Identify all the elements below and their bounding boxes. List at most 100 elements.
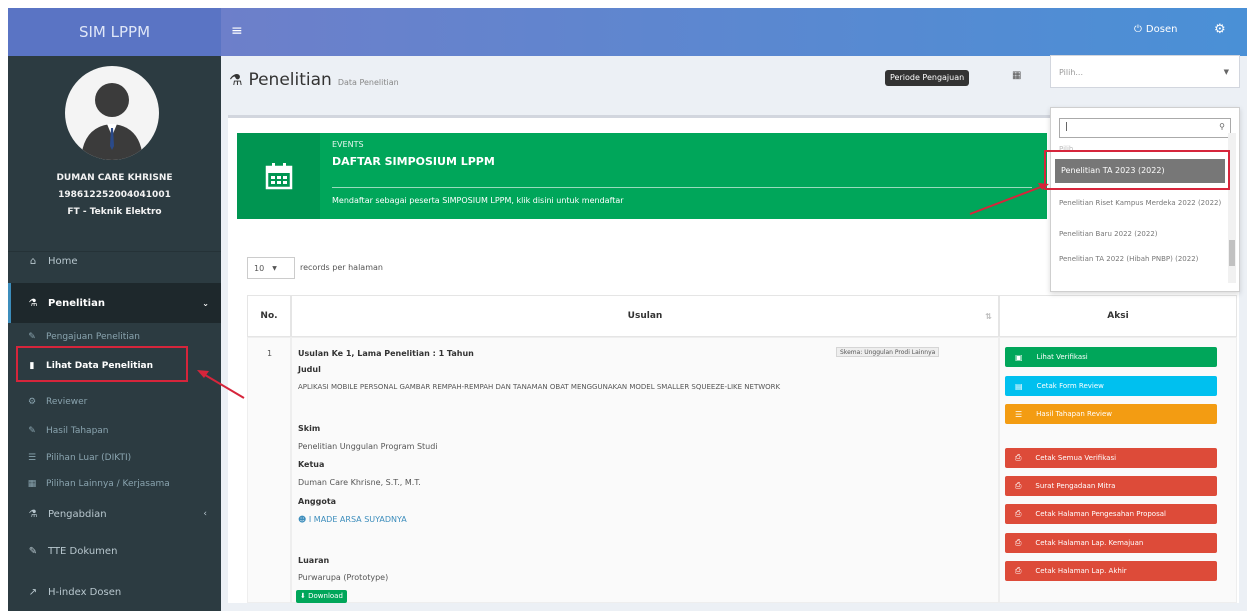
button-label: Cetak Form Review (1036, 382, 1104, 390)
cetak-form-review-button[interactable]: ▤ Cetak Form Review (1005, 376, 1217, 396)
dropdown-option[interactable]: Penelitian Baru 2022 (2022) (1059, 230, 1231, 238)
caret-down-icon: ▼ (1223, 68, 1229, 76)
hasil-tahapan-review-button[interactable]: ☰ Hasil Tahapan Review (1005, 404, 1217, 424)
sidebar-subitem-label: Pilihan Luar (DIKTI) (46, 452, 132, 463)
button-label: Surat Pengadaan Mitra (1035, 482, 1116, 490)
skim-label: Skim (298, 424, 321, 433)
print-icon: ⎙ (1015, 538, 1022, 547)
chevron-left-icon: ‹ (203, 509, 207, 519)
skim-value: Penelitian Unggulan Program Studi (298, 442, 438, 451)
print-icon: ▤ (1015, 381, 1023, 391)
flask-icon: ⚗ (28, 508, 38, 520)
chart-icon: ↗ (28, 586, 38, 598)
dosen-button[interactable]: ⏻ Dosen (1134, 24, 1177, 35)
edit-icon: ✎ (28, 545, 38, 557)
sidebar-item-label: TTE Dokumen (48, 545, 118, 557)
calendar-icon: ▦ (1012, 70, 1022, 81)
highlight-box-dropdown (1044, 150, 1230, 190)
sidebar-subitem-pengajuan[interactable]: ✎ Pengajuan Penelitian (8, 326, 221, 347)
user-nip: 198612252004041001 (58, 190, 171, 200)
avatar (65, 66, 159, 160)
dropdown-option[interactable]: Penelitian Riset Kampus Merdeka 2022 (20… (1059, 198, 1231, 208)
print-icon: ⎙ (1015, 509, 1022, 518)
user-icon: ☻ (298, 515, 307, 524)
cetak-lap-akhir-button[interactable]: ⎙ Cetak Halaman Lap. Akhir (1005, 561, 1217, 581)
dropdown-search-value: | (1065, 122, 1069, 132)
callout-title: DAFTAR SIMPOSIUM LPPM (332, 155, 495, 168)
luaran-value: Purwarupa (Prototype) (298, 573, 389, 582)
download-button[interactable]: ⬇ Download (296, 590, 347, 603)
print-icon: ⎙ (1015, 566, 1022, 575)
list-icon: ☰ (27, 452, 37, 463)
sidebar-panel: SIM LPPM DUMAN CARE KHRISNE 198612252004… (8, 8, 221, 611)
periode-select-value: Pilih... (1059, 68, 1084, 77)
sidebar-item-label: Home (48, 255, 78, 267)
table-cell-usulan (291, 337, 999, 603)
building-icon: ▦ (27, 478, 37, 489)
cetak-semua-verifikasi-button[interactable]: ⎙ Cetak Semua Verifikasi (1005, 448, 1217, 468)
table-header-no[interactable]: No. (247, 295, 291, 337)
dropdown-option[interactable]: Penelitian TA 2022 (Hibah PNBP) (2022) (1059, 254, 1231, 264)
button-label: Cetak Halaman Pengesahan Proposal (1035, 510, 1166, 518)
top-navbar: ≡ ⏻ Dosen ⚙ (221, 8, 1247, 56)
sidebar-item-label: H-index Dosen (48, 586, 122, 598)
user-name: DUMAN CARE KHRISNE (56, 173, 173, 183)
button-label: Hasil Tahapan Review (1036, 410, 1112, 418)
surat-pengadaan-mitra-button[interactable]: ⎙ Surat Pengadaan Mitra (1005, 476, 1217, 496)
sidebar-item-tte[interactable]: ✎ TTE Dokumen (8, 533, 221, 569)
search-icon: ⚲ (1219, 122, 1225, 131)
sidebar-subitem-kerjasama[interactable]: ▦ Pilihan Lainnya / Kerjasama (8, 473, 221, 494)
sidebar-subitem-dikti[interactable]: ☰ Pilihan Luar (DIKTI) (8, 447, 221, 468)
dropdown-scrollbar-thumb[interactable] (1229, 240, 1235, 266)
ketua-label: Ketua (298, 460, 325, 469)
table-header-aksi[interactable]: Aksi (999, 295, 1237, 337)
button-label: Cetak Semua Verifikasi (1035, 454, 1117, 462)
table-header-usulan[interactable]: Usulan ⇅ (291, 295, 999, 337)
chevron-down-icon: ⌄ (202, 298, 209, 308)
periode-select[interactable]: Pilih... ▼ (1050, 55, 1240, 88)
lihat-verifikasi-button[interactable]: ▣ Lihat Verifikasi (1005, 347, 1217, 367)
button-label: Lihat Verifikasi (1036, 353, 1088, 361)
sidebar-subitem-reviewer[interactable]: ⚙ Reviewer (8, 391, 221, 412)
print-icon: ⎙ (1015, 453, 1022, 462)
user-unit: FT - Teknik Elektro (67, 207, 162, 217)
callout-link[interactable]: Mendaftar sebagai peserta SIMPOSIUM LPPM… (332, 196, 624, 205)
sidebar-subitem-label: Reviewer (46, 396, 88, 407)
caret-down-icon: ▼ (272, 264, 277, 272)
periode-dropdown: | ⚲ Pilih... Penelitian Riset Kampus Mer… (1050, 107, 1240, 292)
sidebar-item-hindex[interactable]: ↗ H-index Dosen (8, 574, 221, 610)
usulan-title: Usulan Ke 1, Lama Penelitian : 1 Tahun (298, 349, 474, 358)
button-label: Cetak Halaman Lap. Akhir (1035, 567, 1127, 575)
luaran-label: Luaran (298, 556, 330, 565)
sidebar-item-label: Penelitian (48, 297, 105, 309)
page-subtitle: Data Penelitian (337, 78, 399, 87)
flask-icon: ⚗ (28, 297, 38, 309)
table-cell-no (247, 337, 291, 603)
ketua-value: Duman Care Khrisne, S.T., M.T. (298, 478, 421, 487)
sidebar-subitem-hasil[interactable]: ✎ Hasil Tahapan (8, 420, 221, 441)
page-title-text: Penelitian (248, 70, 332, 90)
records-per-page-select[interactable]: 10 ▼ (247, 257, 295, 279)
sidebar-item-penelitian-label[interactable]: ⚗ Penelitian ⌄ (8, 285, 221, 321)
sidebar-item-home[interactable]: ⌂ Home (8, 243, 221, 279)
sidebar-item-pengabdian[interactable]: ⚗ Pengabdian ‹ (8, 496, 221, 532)
cetak-lap-kemajuan-button[interactable]: ⎙ Cetak Halaman Lap. Kemajuan (1005, 533, 1217, 553)
cogs-icon[interactable]: ⚙ (1214, 22, 1226, 37)
records-per-page-label: records per halaman (300, 263, 383, 272)
dropdown-search-input[interactable]: | ⚲ (1059, 118, 1231, 138)
sidebar-subitem-label: Hasil Tahapan (46, 425, 109, 436)
bars-icon[interactable]: ≡ (231, 23, 243, 39)
anggota-value[interactable]: ☻ I MADE ARSA SUYADNYA (298, 515, 407, 524)
cetak-pengesahan-proposal-button[interactable]: ⎙ Cetak Halaman Pengesahan Proposal (1005, 504, 1217, 524)
judul-label: Judul (298, 365, 321, 374)
periode-label: Periode Pengajuan (885, 70, 970, 86)
callout-divider (332, 187, 1032, 188)
pencil-icon: ✎ (28, 425, 36, 436)
brand-logo[interactable]: SIM LPPM (8, 8, 221, 56)
table-header-label: Usulan (627, 311, 663, 321)
judul-value: APLIKASI MOBILE PERSONAL GAMBAR REMPAH-R… (298, 383, 781, 391)
sidebar: SIM LPPM DUMAN CARE KHRISNE 198612252004… (8, 8, 221, 611)
download-label: Download (308, 592, 343, 600)
flask-icon: ⚗ (229, 71, 243, 89)
dosen-label: Dosen (1145, 24, 1178, 35)
